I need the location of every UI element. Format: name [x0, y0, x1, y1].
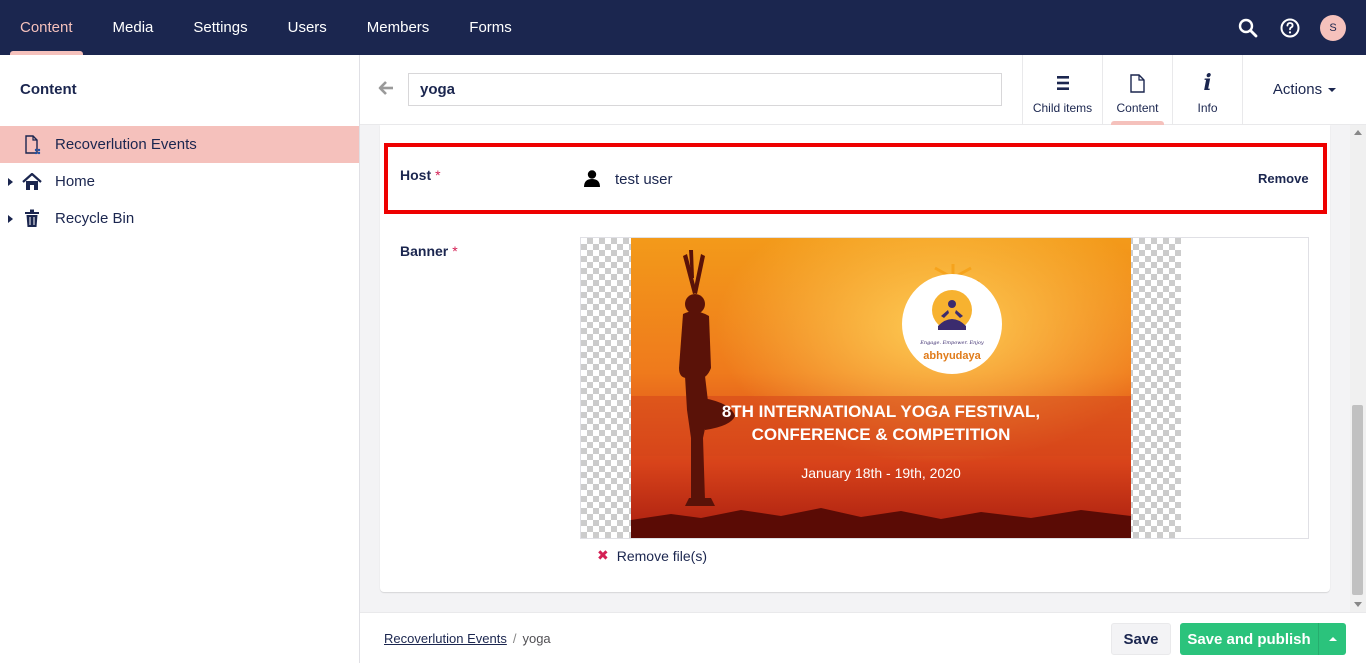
- nav-forms[interactable]: Forms: [449, 0, 532, 55]
- user-avatar[interactable]: S: [1320, 14, 1346, 41]
- banner-title-line1: 8TH INTERNATIONAL YOGA FESTIVAL,: [721, 402, 1041, 421]
- breadcrumb: Recoverlution Events / yoga: [384, 631, 551, 646]
- banner-image-preview[interactable]: Engage. Empower. Enjoy abhyudaya 8TH INT…: [580, 237, 1309, 539]
- nav-users[interactable]: Users: [268, 0, 347, 55]
- nav-settings[interactable]: Settings: [173, 0, 267, 55]
- tree-item-label: Recoverlution Events: [55, 136, 197, 153]
- scroll-up-icon[interactable]: [1354, 130, 1362, 135]
- info-icon: i: [1203, 70, 1212, 96]
- breadcrumb-current: yoga: [522, 631, 551, 646]
- tree-item-recoverlution-events[interactable]: Recoverlution Events: [0, 126, 359, 163]
- actions-dropdown[interactable]: Actions: [1242, 55, 1366, 124]
- remove-files-button[interactable]: ✖ Remove file(s): [597, 547, 707, 564]
- tab-label: Content: [1116, 101, 1159, 115]
- list-icon: [1056, 72, 1069, 94]
- chevron-down-icon: [1328, 87, 1337, 92]
- scroll-down-icon[interactable]: [1354, 602, 1362, 607]
- expand-caret-icon[interactable]: [8, 177, 13, 186]
- tab-content[interactable]: Content: [1102, 55, 1172, 125]
- banner-image: Engage. Empower. Enjoy abhyudaya 8TH INT…: [631, 238, 1131, 538]
- editor-content: Host * test user Remove Banner * Engage.…: [360, 125, 1350, 612]
- remove-files-label: Remove file(s): [616, 547, 707, 564]
- properties-panel: Host * test user Remove Banner * Engage.…: [380, 125, 1330, 592]
- save-and-publish-button[interactable]: Save and publish: [1180, 623, 1318, 655]
- banner-label-text: Banner: [400, 243, 449, 259]
- tree-item-recycle-bin[interactable]: Recycle Bin: [0, 200, 359, 237]
- scrollbar-thumb[interactable]: [1352, 405, 1363, 595]
- content-tree-sidebar: Content Recoverlution Events Home Recycl…: [0, 55, 360, 663]
- logo-tagline: Engage. Empower. Enjoy: [920, 340, 984, 346]
- tree-item-label: Recycle Bin: [55, 210, 135, 227]
- breadcrumb-separator: /: [512, 631, 517, 646]
- nav-tools: S: [1236, 0, 1346, 55]
- trash-icon: [22, 209, 42, 229]
- tab-label: Child items: [1032, 101, 1093, 115]
- back-arrow-icon[interactable]: [378, 80, 396, 98]
- help-icon[interactable]: [1278, 16, 1302, 40]
- banner-date: January 18th - 19th, 2020: [801, 465, 961, 481]
- content-scrollbar[interactable]: [1350, 125, 1366, 612]
- highlight-rectangle: [384, 143, 1327, 214]
- editor-header: Child items Content i Info Actions: [360, 55, 1366, 125]
- top-navigation: Content Media Settings Users Members For…: [0, 0, 1366, 55]
- banner-title-line2: CONFERENCE & COMPETITION: [751, 425, 1011, 444]
- publish-options-button[interactable]: [1318, 623, 1346, 655]
- tree-item-home[interactable]: Home: [0, 163, 359, 200]
- actions-label: Actions: [1272, 81, 1323, 98]
- nav-content[interactable]: Content: [0, 0, 93, 55]
- banner-label: Banner *: [400, 243, 458, 259]
- search-icon[interactable]: [1236, 16, 1260, 40]
- breadcrumb-parent-link[interactable]: Recoverlution Events: [384, 631, 507, 646]
- tab-label: Info: [1197, 101, 1218, 115]
- close-icon: ✖: [597, 547, 609, 563]
- logo-name: abhyudaya: [923, 350, 981, 362]
- nav-media[interactable]: Media: [93, 0, 174, 55]
- node-name-input[interactable]: [408, 73, 1002, 106]
- sidebar-title: Content: [20, 81, 77, 98]
- expand-caret-icon[interactable]: [8, 214, 13, 223]
- host-member-item[interactable]: test user: [583, 169, 673, 189]
- content-tree: Recoverlution Events Home Recycle Bin: [0, 126, 359, 237]
- save-button[interactable]: Save: [1111, 623, 1171, 655]
- nav-members[interactable]: Members: [347, 0, 450, 55]
- tab-info[interactable]: i Info: [1172, 55, 1242, 124]
- required-marker: *: [452, 243, 458, 259]
- remove-host-button[interactable]: Remove: [1258, 171, 1309, 186]
- host-user-name: test user: [615, 170, 673, 188]
- home-icon: [22, 172, 42, 192]
- tab-child-items[interactable]: Child items: [1022, 55, 1102, 124]
- user-icon: [583, 169, 603, 189]
- editor-footer: Recoverlution Events / yoga Save Save an…: [360, 612, 1366, 663]
- document-icon: [22, 134, 42, 155]
- chevron-up-icon: [1328, 637, 1337, 641]
- document-icon: [1130, 72, 1145, 94]
- tree-item-label: Home: [55, 173, 96, 190]
